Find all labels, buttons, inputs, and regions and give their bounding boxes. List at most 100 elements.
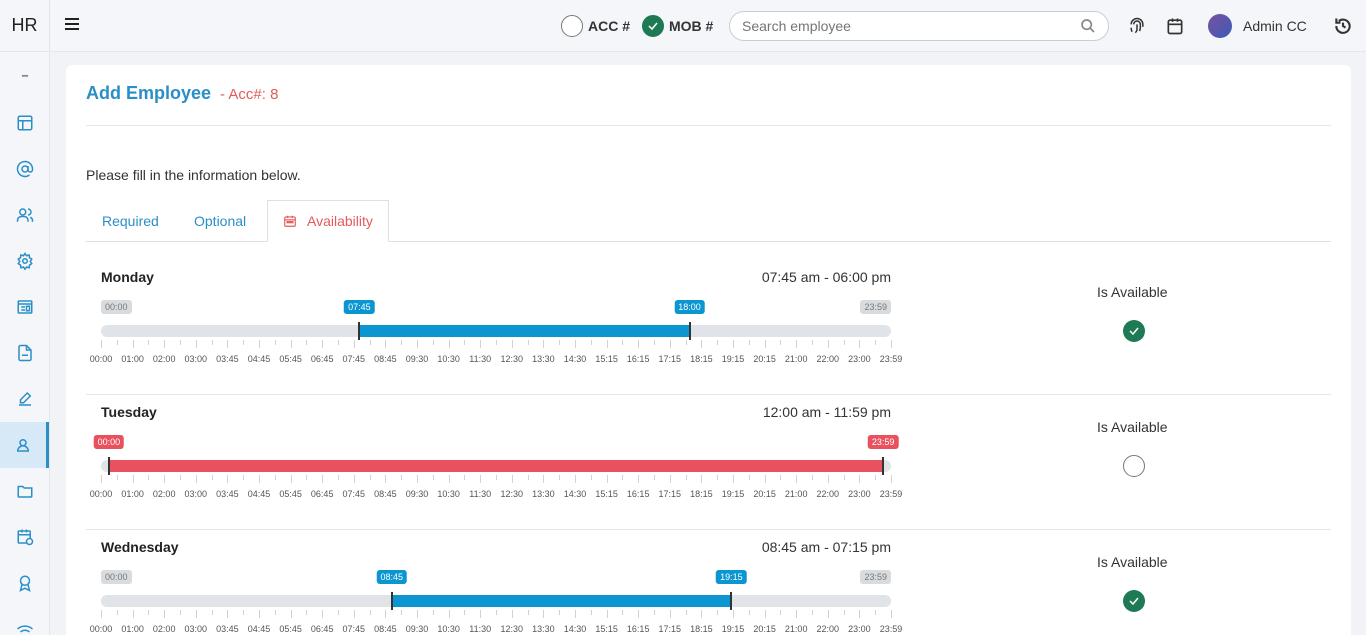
check-icon — [648, 22, 658, 31]
page-title-text: Add Employee — [86, 83, 212, 103]
scale-label: 06:45 — [310, 354, 334, 364]
tab-availability[interactable]: Availability — [267, 200, 389, 242]
slider-scale: 00:00 01:00 02:00 03:00 03:45 04:45 05:45 06:45… — [90, 489, 903, 501]
sidebar-item-folder[interactable] — [0, 468, 49, 514]
scale-label: 12:30 — [500, 354, 524, 364]
day-name: Monday — [101, 269, 154, 285]
acc-label: ACC # — [588, 18, 631, 34]
history-icon[interactable] — [1333, 16, 1353, 36]
scale-label: 05:45 — [279, 489, 302, 499]
day-row: Tuesday 12:00 am - 11:59 pm Is Available 00… — [86, 395, 1331, 530]
sidebar-item-browser[interactable] — [0, 284, 49, 330]
tab-required[interactable]: Required — [102, 200, 159, 242]
scale-label: 02:00 — [152, 489, 176, 499]
search-icon[interactable] — [1080, 18, 1096, 34]
scale-label: 01:00 — [121, 489, 144, 499]
slider-range-fill — [359, 325, 690, 337]
slider-min-label: 00:00 — [101, 300, 132, 314]
scale-label: 12:30 — [500, 624, 524, 634]
sidebar-item-employee[interactable] — [0, 422, 49, 468]
scale-label: 15:15 — [595, 624, 618, 634]
scale-label: 07:45 — [342, 354, 366, 364]
slider-start-label: 00:00 — [93, 435, 125, 449]
scale-label: 17:15 — [658, 354, 682, 364]
sidebar-item-network[interactable] — [0, 606, 49, 635]
slider-start-label: 07:45 — [344, 300, 375, 314]
app-logo[interactable]: HR — [0, 0, 49, 52]
scale-label: 04:45 — [247, 354, 271, 364]
slider-start-handle[interactable] — [390, 592, 393, 610]
tab-optional[interactable]: Optional — [194, 200, 246, 242]
at-icon — [16, 160, 33, 178]
scale-label: 04:45 — [247, 489, 271, 499]
mob-radio[interactable] — [642, 15, 664, 37]
scale-label: 16:15 — [626, 354, 650, 364]
scale-label: 15:15 — [595, 354, 618, 364]
scale-label: 14:30 — [563, 489, 587, 499]
search-input[interactable] — [742, 18, 1062, 34]
time-range-slider[interactable]: 00:00 23:59 08:45 19:15 00:00 01:00 02:00 03:00… — [90, 570, 902, 635]
available-label: Is Available — [1097, 554, 1168, 570]
slider-min-label: 00:00 — [101, 570, 132, 584]
sidebar-mini-icon[interactable]: ▪▪▪▪ — [0, 52, 49, 100]
available-checkbox[interactable] — [1123, 320, 1145, 342]
available-checkbox[interactable] — [1123, 455, 1145, 477]
topbar: ACC # MOB # Admin CC — [51, 0, 1366, 52]
scale-label: 09:30 — [405, 489, 429, 499]
slider-range-fill — [391, 595, 732, 607]
scale-label: 23:00 — [848, 624, 871, 634]
scale-label: 13:30 — [532, 354, 555, 364]
scale-label: 03:45 — [216, 354, 239, 364]
acc-radio[interactable] — [561, 15, 583, 37]
sidebar-item-documents[interactable] — [0, 330, 49, 376]
available-checkbox[interactable] — [1123, 590, 1145, 612]
sidebar-item-settings[interactable] — [0, 238, 49, 284]
slider-start-handle[interactable] — [107, 457, 110, 475]
slider-end-handle[interactable] — [882, 457, 885, 475]
mob-toggle[interactable]: MOB # — [642, 15, 713, 37]
scale-label: 16:15 — [626, 624, 650, 634]
slider-end-label: 23:59 — [867, 435, 899, 449]
scale-label: 00:00 — [89, 624, 113, 634]
time-range-slider[interactable]: 00:00 23:59 00:00 01:00 02:00 03:00 03:45 04:45… — [90, 435, 903, 515]
sidebar-item-edit[interactable] — [0, 376, 49, 422]
scale-label: 19:15 — [721, 489, 745, 499]
sidebar-item-email[interactable] — [0, 146, 49, 192]
sidebar-item-users[interactable] — [0, 192, 49, 238]
main-card: Add Employee - Acc#: 8 Please fill in th… — [66, 65, 1351, 635]
scale-label: 06:45 — [310, 489, 334, 499]
fingerprint-icon[interactable] — [1127, 16, 1147, 36]
scale-label: 07:45 — [342, 489, 366, 499]
scale-label: 03:45 — [216, 624, 239, 634]
slider-end-handle[interactable] — [730, 592, 733, 610]
slider-end-handle[interactable] — [688, 322, 691, 340]
menu-icon[interactable] — [65, 18, 79, 32]
scale-label: 16:15 — [626, 489, 650, 499]
available-label: Is Available — [1097, 419, 1168, 435]
scale-label: 04:45 — [247, 624, 271, 634]
acc-toggle[interactable]: ACC # — [561, 15, 630, 37]
scale-label: 00:00 — [89, 489, 113, 499]
scale-label: 15:15 — [595, 489, 618, 499]
user-name[interactable]: Admin CC — [1243, 18, 1307, 34]
tab-availability-label: Availability — [307, 213, 373, 229]
sidebar-item-layout[interactable] — [0, 100, 49, 146]
gear-icon — [16, 252, 33, 270]
available-label: Is Available — [1097, 284, 1168, 300]
slider-end-label: 18:00 — [674, 300, 705, 314]
scale-label: 07:45 — [342, 624, 366, 634]
scale-label: 23:59 — [879, 354, 903, 364]
sidebar-item-awards[interactable] — [0, 560, 49, 606]
scale-label: 13:30 — [532, 624, 555, 634]
scale-label: 23:59 — [879, 624, 903, 634]
user-badge-icon — [16, 439, 30, 452]
scale-label: 22:00 — [816, 354, 840, 364]
slider-start-handle[interactable] — [358, 322, 361, 340]
slider-max-label: 23:59 — [860, 300, 891, 314]
time-range-slider[interactable]: 00:00 23:59 07:45 18:00 00:00 01:00 02:00 03:00… — [90, 300, 902, 380]
calendar-icon[interactable] — [1165, 16, 1185, 36]
avatar[interactable] — [1208, 14, 1232, 38]
scale-label: 21:00 — [784, 489, 808, 499]
sidebar-item-schedule[interactable] — [0, 514, 49, 560]
intro-text: Please fill in the information below. — [86, 167, 301, 183]
